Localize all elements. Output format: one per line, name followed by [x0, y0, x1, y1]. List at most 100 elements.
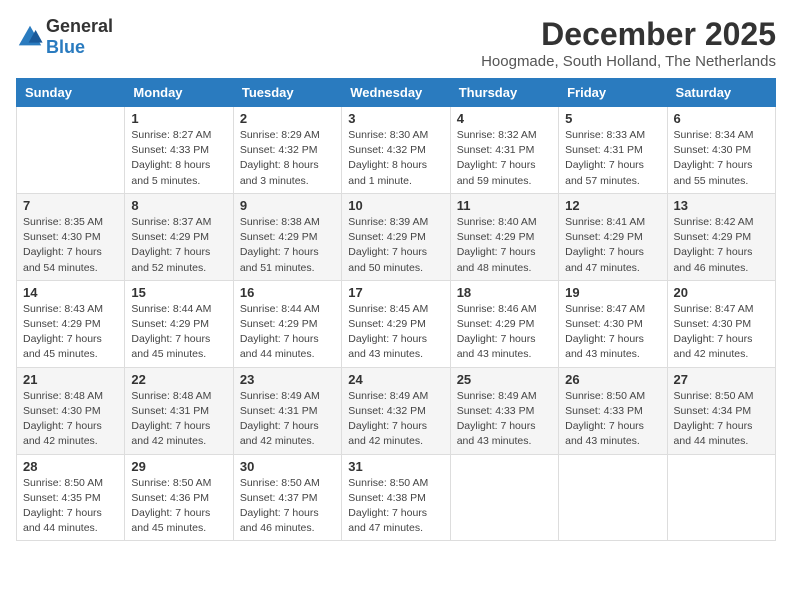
day-cell: 8Sunrise: 8:37 AMSunset: 4:29 PMDaylight… — [125, 193, 233, 280]
day-number: 19 — [565, 285, 660, 300]
week-row-4: 28 Sunrise: 8:50 AMSunset: 4:35 PMDayligh… — [17, 454, 776, 541]
day-info: Sunrise: 8:42 AMSunset: 4:29 PMDaylight:… — [674, 215, 769, 276]
day-number: 14 — [23, 285, 118, 300]
title-area: December 2025 Hoogmade, South Holland, T… — [481, 16, 776, 70]
day-number: 21 — [23, 372, 118, 387]
day-cell: 24 Sunrise: 8:49 AMSunset: 4:32 PMDayligh… — [342, 367, 450, 454]
day-info: Sunrise: 8:50 AMSunset: 4:35 PMDaylight:… — [23, 476, 118, 537]
day-cell: 21Sunrise: 8:48 AMSunset: 4:30 PMDayligh… — [17, 367, 125, 454]
day-cell: 31Sunrise: 8:50 AMSunset: 4:38 PMDayligh… — [342, 454, 450, 541]
day-info: Sunrise: 8:50 AMSunset: 4:38 PMDaylight:… — [348, 476, 443, 537]
day-cell: 3 Sunrise: 8:30 AMSunset: 4:32 PMDaylight… — [342, 107, 450, 194]
day-info: Sunrise: 8:38 AMSunset: 4:29 PMDaylight:… — [240, 215, 335, 276]
day-cell: 15 Sunrise: 8:44 AMSunset: 4:29 PMDayligh… — [125, 280, 233, 367]
day-number: 20 — [674, 285, 769, 300]
day-info: Sunrise: 8:43 AMSunset: 4:29 PMDaylight:… — [23, 302, 118, 363]
day-number: 22 — [131, 372, 226, 387]
day-number: 4 — [457, 111, 552, 126]
day-info: Sunrise: 8:30 AMSunset: 4:32 PMDaylight:… — [348, 128, 443, 189]
day-info: Sunrise: 8:49 AMSunset: 4:32 PMDaylight:… — [348, 389, 443, 450]
day-info: Sunrise: 8:50 AMSunset: 4:37 PMDaylight:… — [240, 476, 335, 537]
day-info: Sunrise: 8:50 AMSunset: 4:34 PMDaylight:… — [674, 389, 769, 450]
day-info: Sunrise: 8:49 AMSunset: 4:31 PMDaylight:… — [240, 389, 335, 450]
calendar-table: SundayMondayTuesdayWednesdayThursdayFrid… — [16, 78, 776, 541]
day-cell — [450, 454, 558, 541]
day-cell: 23 Sunrise: 8:49 AMSunset: 4:31 PMDayligh… — [233, 367, 341, 454]
day-number: 30 — [240, 459, 335, 474]
day-info: Sunrise: 8:32 AMSunset: 4:31 PMDaylight:… — [457, 128, 552, 189]
day-cell: 17 Sunrise: 8:45 AMSunset: 4:29 PMDayligh… — [342, 280, 450, 367]
day-info: Sunrise: 8:46 AMSunset: 4:29 PMDaylight:… — [457, 302, 552, 363]
day-number: 5 — [565, 111, 660, 126]
day-cell: 18 Sunrise: 8:46 AMSunset: 4:29 PMDayligh… — [450, 280, 558, 367]
day-number: 8 — [131, 198, 226, 213]
day-cell: 12 Sunrise: 8:41 AMSunset: 4:29 PMDayligh… — [559, 193, 667, 280]
day-number: 1 — [131, 111, 226, 126]
logo: General Blue — [16, 16, 113, 58]
day-number: 29 — [131, 459, 226, 474]
day-header-row: SundayMondayTuesdayWednesdayThursdayFrid… — [17, 79, 776, 107]
day-info: Sunrise: 8:45 AMSunset: 4:29 PMDaylight:… — [348, 302, 443, 363]
day-info: Sunrise: 8:44 AMSunset: 4:29 PMDaylight:… — [131, 302, 226, 363]
day-cell: 26 Sunrise: 8:50 AMSunset: 4:33 PMDayligh… — [559, 367, 667, 454]
logo-general-text: General — [46, 16, 113, 36]
week-row-1: 7 Sunrise: 8:35 AMSunset: 4:30 PMDaylight… — [17, 193, 776, 280]
day-info: Sunrise: 8:44 AMSunset: 4:29 PMDaylight:… — [240, 302, 335, 363]
week-row-2: 14 Sunrise: 8:43 AMSunset: 4:29 PMDayligh… — [17, 280, 776, 367]
day-number: 3 — [348, 111, 443, 126]
day-info: Sunrise: 8:27 AMSunset: 4:33 PMDaylight:… — [131, 128, 226, 189]
day-number: 11 — [457, 198, 552, 213]
day-info: Sunrise: 8:47 AMSunset: 4:30 PMDaylight:… — [565, 302, 660, 363]
day-cell: 10 Sunrise: 8:39 AMSunset: 4:29 PMDayligh… — [342, 193, 450, 280]
day-number: 15 — [131, 285, 226, 300]
day-cell: 11 Sunrise: 8:40 AMSunset: 4:29 PMDayligh… — [450, 193, 558, 280]
day-cell: 25Sunrise: 8:49 AMSunset: 4:33 PMDayligh… — [450, 367, 558, 454]
day-number: 12 — [565, 198, 660, 213]
day-cell: 27Sunrise: 8:50 AMSunset: 4:34 PMDayligh… — [667, 367, 775, 454]
day-cell: 19 Sunrise: 8:47 AMSunset: 4:30 PMDayligh… — [559, 280, 667, 367]
col-header-friday: Friday — [559, 79, 667, 107]
day-number: 18 — [457, 285, 552, 300]
day-cell — [559, 454, 667, 541]
day-number: 25 — [457, 372, 552, 387]
day-info: Sunrise: 8:47 AMSunset: 4:30 PMDaylight:… — [674, 302, 769, 363]
day-number: 10 — [348, 198, 443, 213]
col-header-tuesday: Tuesday — [233, 79, 341, 107]
day-number: 24 — [348, 372, 443, 387]
day-info: Sunrise: 8:41 AMSunset: 4:29 PMDaylight:… — [565, 215, 660, 276]
day-cell: 28 Sunrise: 8:50 AMSunset: 4:35 PMDayligh… — [17, 454, 125, 541]
day-number: 9 — [240, 198, 335, 213]
day-number: 6 — [674, 111, 769, 126]
day-cell: 2Sunrise: 8:29 AMSunset: 4:32 PMDaylight… — [233, 107, 341, 194]
day-cell: 13Sunrise: 8:42 AMSunset: 4:29 PMDayligh… — [667, 193, 775, 280]
page-header: General Blue December 2025 Hoogmade, Sou… — [16, 16, 776, 70]
day-cell: 1 Sunrise: 8:27 AMSunset: 4:33 PMDaylight… — [125, 107, 233, 194]
day-info: Sunrise: 8:48 AMSunset: 4:31 PMDaylight:… — [131, 389, 226, 450]
logo-blue-text: Blue — [46, 37, 85, 57]
day-cell — [667, 454, 775, 541]
day-cell: 16 Sunrise: 8:44 AMSunset: 4:29 PMDayligh… — [233, 280, 341, 367]
day-cell: 14 Sunrise: 8:43 AMSunset: 4:29 PMDayligh… — [17, 280, 125, 367]
col-header-thursday: Thursday — [450, 79, 558, 107]
location-title: Hoogmade, South Holland, The Netherlands — [481, 53, 776, 70]
day-number: 7 — [23, 198, 118, 213]
col-header-wednesday: Wednesday — [342, 79, 450, 107]
col-header-sunday: Sunday — [17, 79, 125, 107]
day-cell: 29Sunrise: 8:50 AMSunset: 4:36 PMDayligh… — [125, 454, 233, 541]
day-number: 28 — [23, 459, 118, 474]
day-cell — [17, 107, 125, 194]
week-row-3: 21Sunrise: 8:48 AMSunset: 4:30 PMDayligh… — [17, 367, 776, 454]
day-info: Sunrise: 8:40 AMSunset: 4:29 PMDaylight:… — [457, 215, 552, 276]
day-info: Sunrise: 8:34 AMSunset: 4:30 PMDaylight:… — [674, 128, 769, 189]
day-info: Sunrise: 8:50 AMSunset: 4:33 PMDaylight:… — [565, 389, 660, 450]
month-title: December 2025 — [481, 16, 776, 53]
week-row-0: 1 Sunrise: 8:27 AMSunset: 4:33 PMDaylight… — [17, 107, 776, 194]
day-info: Sunrise: 8:35 AMSunset: 4:30 PMDaylight:… — [23, 215, 118, 276]
day-number: 23 — [240, 372, 335, 387]
day-info: Sunrise: 8:39 AMSunset: 4:29 PMDaylight:… — [348, 215, 443, 276]
day-number: 16 — [240, 285, 335, 300]
logo-icon — [16, 23, 44, 51]
day-cell: 5Sunrise: 8:33 AMSunset: 4:31 PMDaylight… — [559, 107, 667, 194]
day-number: 26 — [565, 372, 660, 387]
day-number: 17 — [348, 285, 443, 300]
